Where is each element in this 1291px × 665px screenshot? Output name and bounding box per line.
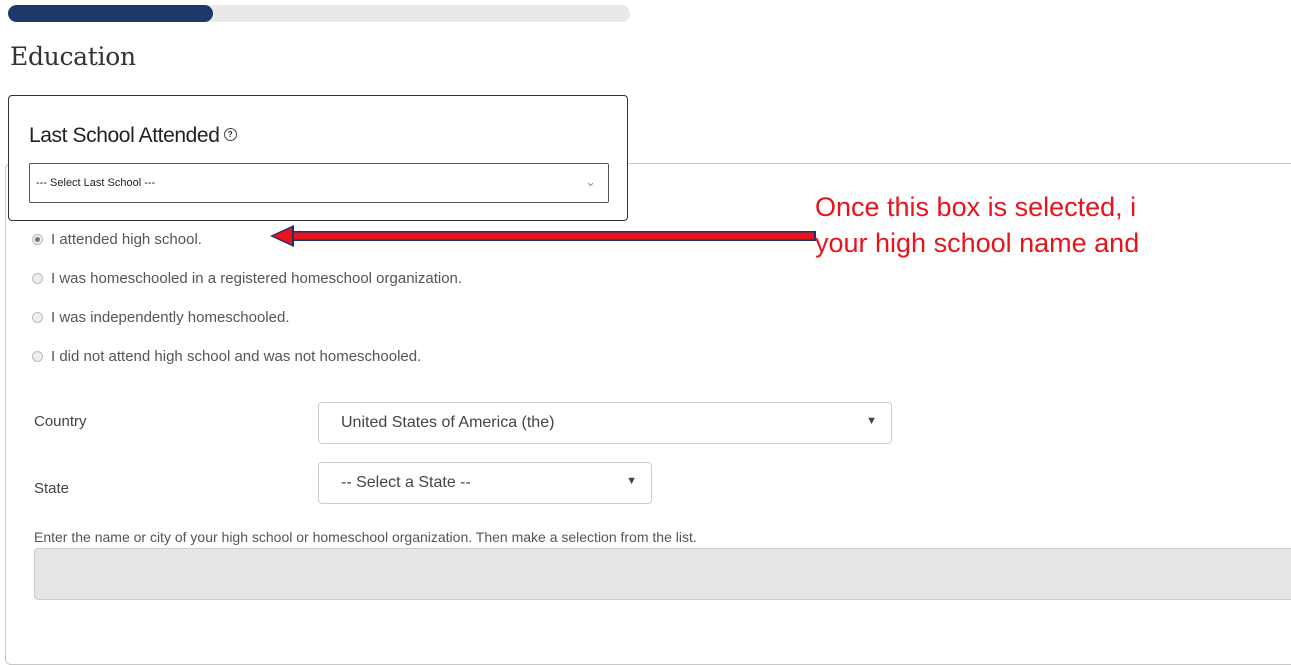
progress-bar-fill: [8, 5, 214, 22]
country-select[interactable]: United States of America (the) ▼: [318, 402, 892, 444]
school-search-input[interactable]: [34, 548, 1291, 600]
last-school-heading-label: Last School Attended: [29, 124, 220, 147]
radio-button[interactable]: [32, 272, 43, 284]
radio-attended-high-school[interactable]: I attended high school.: [32, 229, 202, 249]
radio-button[interactable]: [32, 350, 43, 362]
school-search-instructions: Enter the name or city of your high scho…: [34, 529, 697, 545]
last-school-select[interactable]: --- Select Last School --- ⌄: [29, 163, 609, 203]
caret-down-icon: ▼: [626, 475, 637, 487]
state-select[interactable]: -- Select a State -- ▼: [318, 462, 652, 504]
page-title: Education: [10, 42, 136, 71]
last-school-select-value: --- Select Last School ---: [36, 177, 156, 189]
radio-label: I did not attend high school and was not…: [51, 347, 422, 365]
last-school-card: Last School Attended? --- Select Last Sc…: [8, 95, 628, 221]
last-school-heading: Last School Attended?: [29, 124, 237, 148]
chevron-down-icon: ⌄: [585, 174, 596, 189]
state-label: State: [34, 480, 70, 497]
caret-down-icon: ▼: [866, 415, 877, 427]
radio-button[interactable]: [32, 233, 43, 245]
radio-label: I was independently homeschooled.: [51, 308, 290, 326]
radio-label: I attended high school.: [51, 230, 202, 248]
country-select-value: United States of America (the): [341, 414, 555, 431]
radio-no-high-school[interactable]: I did not attend high school and was not…: [32, 346, 421, 366]
state-select-value: -- Select a State --: [341, 474, 471, 491]
radio-registered-homeschool[interactable]: I was homeschooled in a registered homes…: [32, 268, 462, 288]
radio-label: I was homeschooled in a registered homes…: [51, 269, 463, 287]
progress-bar: [8, 5, 630, 22]
annotation-line-2: your high school name and: [815, 228, 1140, 258]
annotation-callout: Once this box is selected, i your high s…: [815, 189, 1139, 261]
radio-button[interactable]: [32, 311, 43, 323]
radio-independent-homeschool[interactable]: I was independently homeschooled.: [32, 307, 290, 327]
country-label: Country: [34, 413, 87, 430]
help-circle-icon[interactable]: ?: [223, 127, 237, 141]
annotation-arrow-icon: [270, 225, 816, 247]
annotation-line-1: Once this box is selected, i: [815, 192, 1137, 222]
